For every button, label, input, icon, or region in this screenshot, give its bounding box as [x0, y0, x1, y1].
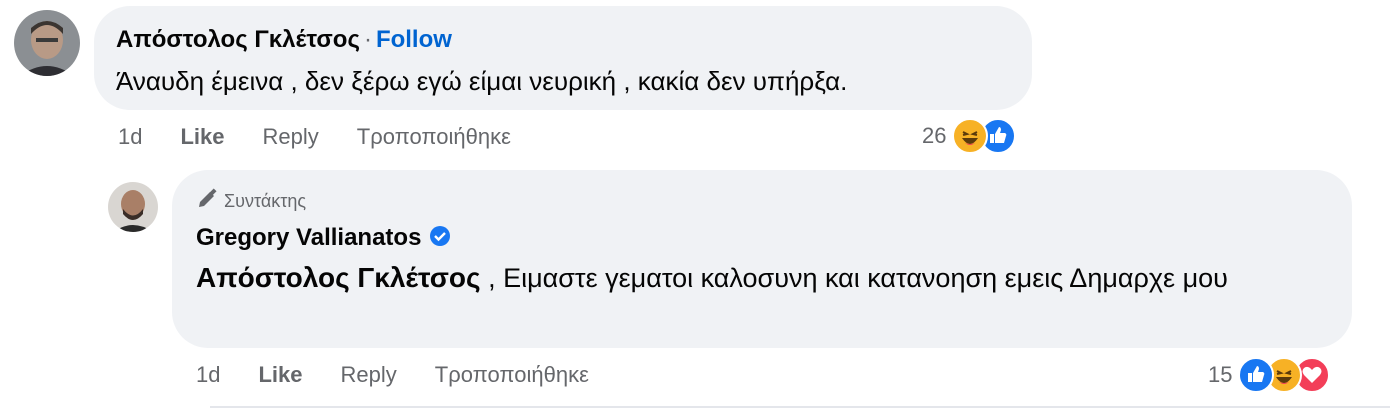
- reply-actions: 1d Like Reply Τροποποιήθηκε: [196, 362, 627, 388]
- reply-bubble: Συντάκτης Gregory Vallianatos Απόστολος …: [172, 170, 1352, 348]
- reply-button[interactable]: Reply: [341, 362, 397, 388]
- reply-text: Απόστολος Γκλέτσος , Ειμαστε γεματοι καλ…: [196, 258, 1326, 298]
- comment-actions: 1d Like Reply Τροποποιήθηκε: [118, 124, 549, 150]
- avatar[interactable]: [14, 10, 80, 76]
- verified-badge-icon: [429, 225, 451, 252]
- haha-icon: [952, 118, 989, 154]
- author-badge: Συντάκτης: [196, 188, 306, 215]
- divider: [210, 406, 1390, 408]
- reply-button[interactable]: Reply: [263, 124, 319, 150]
- reaction-summary[interactable]: 26: [922, 118, 1017, 154]
- separator-dot: ·: [363, 26, 372, 53]
- comment-time[interactable]: 1d: [118, 124, 142, 150]
- like-icon: [1238, 357, 1275, 393]
- reaction-count: 26: [922, 123, 947, 148]
- comment-author[interactable]: Απόστολος Γκλέτσος: [116, 26, 360, 53]
- avatar[interactable]: [108, 182, 158, 232]
- comment-bubble: Απόστολος Γκλέτσος · Follow Άναυδη έμεινα …: [94, 6, 1032, 110]
- edited-label: Τροποποιήθηκε: [356, 124, 511, 149]
- pencil-icon: [196, 188, 218, 215]
- reaction-summary[interactable]: 15: [1208, 357, 1331, 393]
- edited-label: Τροποποιήθηκε: [434, 362, 589, 387]
- comment-text: Άναυδη έμεινα , δεν ξέρω εγώ είμαι νευρι…: [116, 66, 848, 96]
- follow-button[interactable]: Follow: [376, 26, 452, 53]
- reply-author[interactable]: Gregory Vallianatos: [196, 224, 421, 252]
- like-button[interactable]: Like: [258, 362, 302, 388]
- mention-link[interactable]: Απόστολος Γκλέτσος: [196, 262, 481, 293]
- like-button[interactable]: Like: [180, 124, 224, 150]
- reaction-count: 15: [1208, 362, 1233, 387]
- badge-label: Συντάκτης: [224, 191, 307, 211]
- reply-time[interactable]: 1d: [196, 362, 220, 388]
- reply-body: , Ειμαστε γεματοι καλοσυνη και κατανοηση…: [480, 263, 1228, 293]
